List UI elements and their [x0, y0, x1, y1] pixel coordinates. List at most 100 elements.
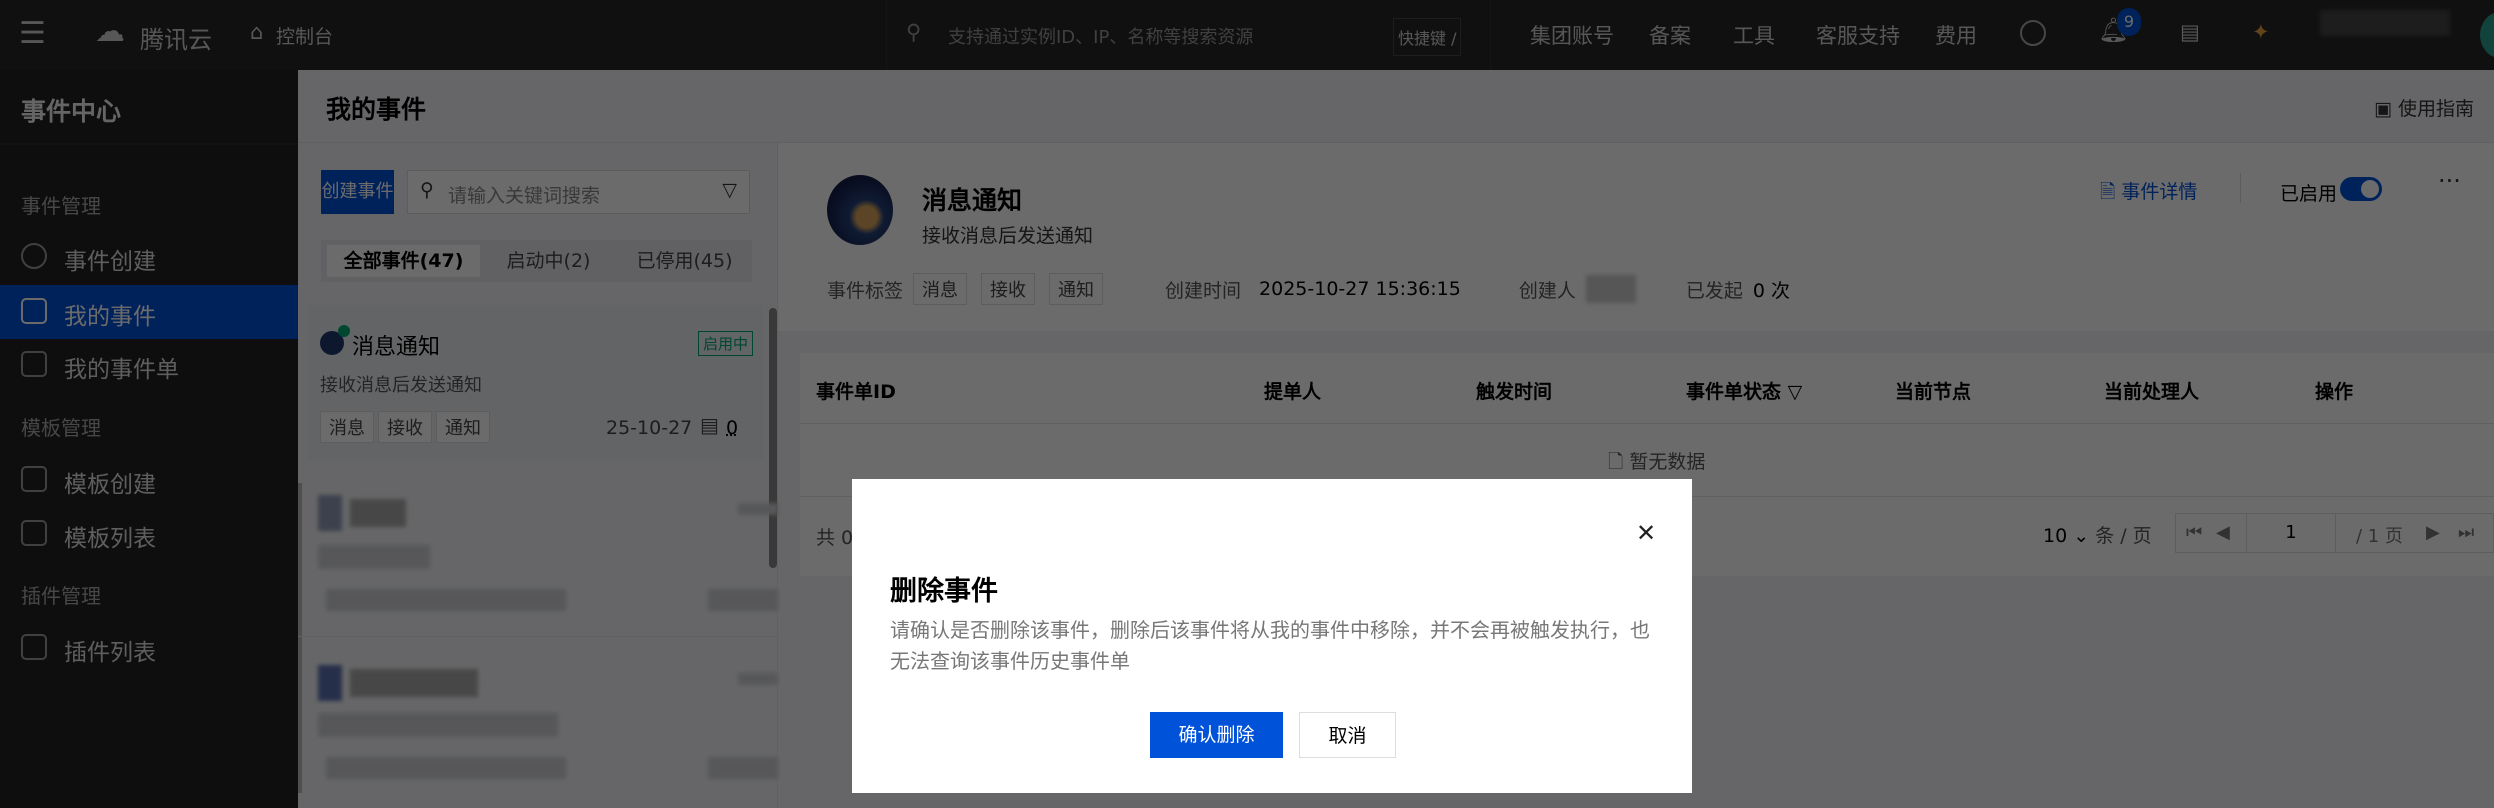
menu-support[interactable]: 客服支持 — [1816, 20, 1900, 50]
assistant-icon[interactable] — [2020, 20, 2046, 46]
event-list-panel: 创建事件 ⚲ 请输入关键词搜索 ▽ 全部事件(47) 启动中(2) 已停用(45… — [298, 143, 778, 808]
colorful-app-icon[interactable]: ✦ — [2252, 20, 2270, 44]
ticket-icon: ▤ — [700, 413, 719, 437]
book-icon: ▣ — [2373, 98, 2398, 120]
sidebar-item-plugin-list[interactable]: 插件列表 — [0, 621, 298, 675]
page-title: 我的事件 — [326, 95, 427, 124]
cube-icon — [21, 634, 47, 660]
event-desc: 接收消息后发送通知 — [320, 375, 482, 396]
filter-icon[interactable]: ▽ — [722, 179, 737, 201]
event-avatar — [827, 175, 893, 245]
online-dot — [338, 325, 350, 337]
page-input[interactable]: 1 — [2246, 514, 2336, 552]
sidebar-title: 事件中心 — [21, 97, 122, 126]
column-header: 当前处理人 — [2104, 381, 2200, 403]
notification-badge: 9 — [2117, 8, 2141, 36]
event-name: 消息通知 — [352, 335, 441, 360]
empty-state: 🗋︎ 暂无数据 — [1608, 451, 1706, 473]
account-badge[interactable] — [2480, 12, 2494, 58]
global-search-input[interactable]: 支持通过实例ID、IP、名称等搜索资源 — [948, 23, 1253, 49]
last-page-icon[interactable]: ⏭︎ — [2458, 522, 2474, 543]
ticket-count[interactable]: 0 — [726, 417, 738, 439]
sidebar-item-my-tickets[interactable]: 我的事件单 — [0, 338, 298, 392]
page-size-select[interactable]: 10 ⌄ 条 / 页 — [2043, 521, 2152, 548]
creator-blurred — [1585, 275, 1636, 303]
tag: 消息 — [320, 411, 374, 443]
group-label: 事件管理 — [21, 194, 101, 218]
workbench-icon[interactable]: ▤ — [2180, 20, 2200, 44]
next-page-icon[interactable]: ▶︎ — [2426, 522, 2440, 543]
list-scrollbar-left — [298, 483, 302, 793]
top-bar: ☰ ☁ 腾讯云 ⌂ 控制台 ⚲ 支持通过实例ID、IP、名称等搜索资源 快捷键 … — [0, 0, 2494, 70]
sidebar-item-template-list[interactable]: 模板列表 — [0, 507, 298, 561]
add-circle-icon — [21, 243, 47, 269]
brand-name[interactable]: 腾讯云 — [140, 20, 212, 55]
sidebar-item-event-create[interactable]: 事件创建 — [0, 230, 298, 284]
prev-page-icon[interactable]: ◀︎ — [2216, 522, 2230, 543]
created-time: 2025-10-27 15:36:15 — [1259, 278, 1461, 300]
shortcut-badge[interactable]: 快捷键 / — [1393, 18, 1462, 56]
user-avatar-blurred[interactable] — [2320, 10, 2450, 36]
column-header: 事件单ID — [816, 381, 896, 403]
first-page-icon[interactable]: ⏮︎ — [2186, 522, 2202, 543]
sidebar: 事件中心 事件管理 事件创建 我的事件 我的事件单 模板管理 模板创建 模板列表… — [0, 70, 298, 808]
template-add-icon — [21, 466, 47, 492]
event-search-input[interactable]: ⚲ 请输入关键词搜索 ▽ — [407, 170, 750, 214]
list-scrollbar[interactable] — [769, 308, 777, 568]
event-details-link[interactable]: 🗎︎ 事件详情 — [2100, 177, 2197, 210]
tag: 通知 — [436, 411, 490, 443]
tag: 接收 — [378, 411, 432, 443]
tag: 消息 — [913, 273, 968, 305]
home-icon: ⌂ — [250, 20, 264, 44]
menu-group-account[interactable]: 集团账号 — [1530, 20, 1614, 50]
status-tabs: 全部事件(47) 启动中(2) 已停用(45) — [321, 240, 752, 282]
guide-link[interactable]: ▣ 使用指南 — [2374, 94, 2474, 121]
sidebar-item-template-create[interactable]: 模板创建 — [0, 453, 298, 507]
search-icon: ⚲ — [906, 20, 922, 44]
tag: 接收 — [981, 273, 1036, 305]
menu-tools[interactable]: 工具 — [1733, 20, 1775, 50]
column-header: 触发时间 — [1476, 381, 1553, 403]
tab-stopped[interactable]: 已停用(45) — [617, 245, 752, 277]
sidebar-item-my-events[interactable]: 我的事件 — [0, 285, 298, 339]
search-icon: ⚲ — [420, 179, 434, 201]
close-icon[interactable]: ✕ — [1636, 519, 1656, 547]
console-link[interactable]: 控制台 — [276, 22, 333, 49]
column-header: 当前节点 — [1895, 381, 1972, 403]
dialog-body: 请确认是否删除该事件，删除后该事件将从我的事件中移除，并不会再被触发执行，也无法… — [890, 618, 1650, 673]
cloud-logo-icon: ☁ — [95, 14, 125, 49]
event-list-item[interactable]: 消息通知 启用中 接收消息后发送通知 消息 接收 通知 25-10-27 ▤ 0 — [308, 305, 763, 461]
menu-billing[interactable]: 费用 — [1935, 20, 1977, 50]
more-icon[interactable]: ··· — [2438, 167, 2461, 195]
tab-running[interactable]: 启动中(2) — [481, 245, 616, 277]
event-description: 接收消息后发送通知 — [922, 225, 1094, 247]
event-meta: 事件标签 消息 接收 通知 创建时间 2025-10-27 15:36:15 创建人… — [827, 273, 1790, 305]
column-header-status: 事件单状态 ▽ — [1686, 381, 1803, 403]
confirm-delete-button[interactable]: 确认删除 — [1150, 712, 1283, 758]
event-detail-header: 消息 通知 接收消息后发送通知 事件标签 消息 接收 通知 创建时间 2025-10-… — [778, 143, 2494, 331]
event-date: 25-10-27 — [606, 417, 693, 439]
dialog-title: 删除事件 — [890, 576, 998, 607]
enabled-label: 已启用 — [2280, 183, 2338, 205]
enabled-toggle[interactable] — [2340, 177, 2382, 201]
user-icon — [21, 298, 47, 324]
column-header: 操作 — [2315, 381, 2354, 403]
tag: 通知 — [1049, 273, 1104, 305]
document-icon — [21, 351, 47, 377]
filter-icon[interactable]: ▽ — [1788, 381, 1803, 403]
group-label: 插件管理 — [21, 584, 101, 608]
menu-icon[interactable]: ☰ — [19, 16, 46, 51]
triggered-label: 已发起 — [1685, 279, 1743, 302]
creator-label: 创建人 — [1518, 279, 1576, 302]
empty-file-icon: 🗋︎ — [1608, 451, 1630, 473]
menu-icp[interactable]: 备案 — [1649, 20, 1691, 50]
column-header: 提单人 — [1264, 381, 1322, 403]
page-header: 我的事件 ▣ 使用指南 — [298, 70, 2494, 143]
delete-event-dialog: ✕ 删除事件 请确认是否删除该事件，删除后该事件将从我的事件中移除，并不会再被触… — [852, 479, 1692, 793]
create-event-button[interactable]: 创建事件 — [321, 170, 394, 214]
tab-all[interactable]: 全部事件(47) — [327, 245, 480, 277]
group-label: 模板管理 — [21, 416, 101, 440]
cancel-button[interactable]: 取消 — [1299, 712, 1396, 758]
document-icon: 🗎︎ — [2100, 181, 2122, 203]
template-list-icon — [21, 520, 47, 546]
